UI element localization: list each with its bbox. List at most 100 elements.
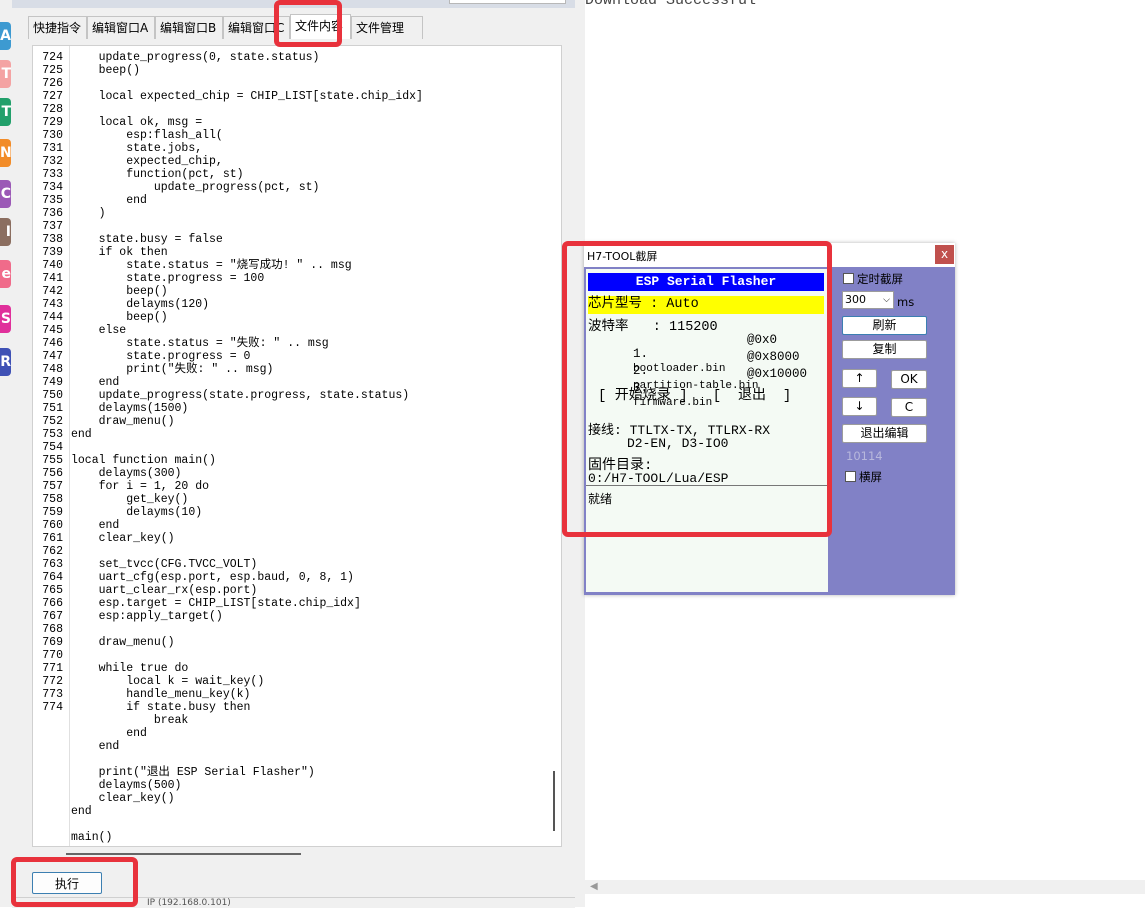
line-number: 750 xyxy=(42,389,63,402)
code-line: clear_key() xyxy=(71,792,175,805)
vertical-scrollbar[interactable] xyxy=(553,771,555,831)
code-line: else xyxy=(71,324,127,337)
timed-capture-label: 定时截屏 xyxy=(857,272,903,286)
tab-2[interactable]: 编辑窗口B xyxy=(155,16,223,39)
line-number: 762 xyxy=(42,545,63,558)
line-number-gutter: 724 725 726 727 728 729 730 731 732 733 734 735 736 7… xyxy=(33,46,70,846)
tab-5[interactable]: 文件管理 xyxy=(351,16,423,39)
code-line: delayms(1500) xyxy=(71,402,189,415)
line-number: 744 xyxy=(42,311,63,324)
code-line: while true do xyxy=(71,662,189,675)
line-number: 774 xyxy=(42,701,63,714)
line-number: 739 xyxy=(42,246,63,259)
line-number: 737 xyxy=(42,220,63,233)
code-line: ) xyxy=(71,207,106,220)
code-line: esp:flash_all( xyxy=(71,129,223,142)
line-number: 757 xyxy=(42,480,63,493)
horizontal-scrollbar[interactable] xyxy=(66,853,301,855)
code-line: beep() xyxy=(71,285,168,298)
c-button[interactable]: C xyxy=(891,398,927,417)
strip-badge-1[interactable]: T xyxy=(0,60,11,88)
line-number: 772 xyxy=(42,675,63,688)
copy-button[interactable]: 复制 xyxy=(842,340,927,359)
code-line: local k = wait_key() xyxy=(71,675,265,688)
code-line: draw_menu() xyxy=(71,415,175,428)
code-line: expected_chip, xyxy=(71,155,223,168)
code-line: print("退出 ESP Serial Flasher") xyxy=(71,766,315,779)
dialog-title-bar[interactable]: H7-TOOL截屏 x xyxy=(584,243,955,267)
code-line: function(pct, st) xyxy=(71,168,244,181)
file-2-addr: @0x8000 xyxy=(747,350,800,364)
code-line: delayms(10) xyxy=(71,506,203,519)
code-line: delayms(120) xyxy=(71,298,210,311)
strip-badge-2[interactable]: T xyxy=(0,98,11,126)
line-number: 742 xyxy=(42,285,63,298)
strip-badge-0[interactable]: A xyxy=(0,22,11,50)
line-number: 736 xyxy=(42,207,63,220)
refresh-button[interactable]: 刷新 xyxy=(842,316,927,335)
screen-header: ESP Serial Flasher xyxy=(588,273,824,291)
line-number: 758 xyxy=(42,493,63,506)
tab-3[interactable]: 编辑窗口C xyxy=(223,16,290,39)
code-line: draw_menu() xyxy=(71,636,175,649)
line-number: 740 xyxy=(42,259,63,272)
line-number: 761 xyxy=(42,532,63,545)
code-line: beep() xyxy=(71,311,168,324)
line-number: 747 xyxy=(42,350,63,363)
line-number: 752 xyxy=(42,415,63,428)
timed-capture-checkbox[interactable] xyxy=(843,273,854,284)
execute-button[interactable]: 执行 xyxy=(32,872,102,894)
counter-readout: 10114 xyxy=(846,449,883,463)
line-number: 748 xyxy=(42,363,63,376)
strip-badge-7[interactable]: S xyxy=(0,305,11,333)
landscape-checkbox[interactable] xyxy=(845,471,856,482)
interval-select[interactable]: 300 ⌵ xyxy=(842,291,894,309)
tab-0[interactable]: 快捷指令 xyxy=(28,16,87,39)
exit-edit-button[interactable]: 退出编辑 xyxy=(842,424,927,443)
line-number: 745 xyxy=(42,324,63,337)
scroll-left-arrow-icon[interactable]: ◀ xyxy=(590,881,598,892)
strip-badge-5[interactable]: I xyxy=(0,218,11,246)
screenshot-dialog: H7-TOOL截屏 x ESP Serial Flasher 芯片型号 : Au… xyxy=(584,243,955,595)
ok-button[interactable]: OK xyxy=(891,370,927,389)
line-number: 755 xyxy=(42,454,63,467)
code-line: update_progress(pct, st) xyxy=(71,181,320,194)
strip-badge-6[interactable]: e xyxy=(0,260,11,288)
strip-badge-3[interactable]: N xyxy=(0,139,11,167)
line-number: 729 xyxy=(42,116,63,129)
code-line: delayms(300) xyxy=(71,467,182,480)
file-1-addr: @0x0 xyxy=(747,333,778,347)
code-line: get_key() xyxy=(71,493,189,506)
up-button[interactable]: ↑ xyxy=(842,369,877,388)
interval-unit: ms xyxy=(897,295,915,309)
line-number: 738 xyxy=(42,233,63,246)
title-input[interactable] xyxy=(449,0,566,4)
code-line: state.jobs, xyxy=(71,142,203,155)
code-line: clear_key() xyxy=(71,532,175,545)
interval-value: 300 xyxy=(845,293,866,306)
code-line: break xyxy=(71,714,189,727)
strip-badge-8[interactable]: R xyxy=(0,348,11,376)
line-number: 733 xyxy=(42,168,63,181)
line-number: 735 xyxy=(42,194,63,207)
tab-4[interactable]: 文件内容 xyxy=(290,14,351,39)
code-line: state.progress = 0 xyxy=(71,350,251,363)
line-number: 724 xyxy=(42,51,63,64)
close-button[interactable]: x xyxy=(935,245,954,264)
code-line: if state.busy then xyxy=(71,701,251,714)
down-button[interactable]: ↓ xyxy=(842,397,877,416)
strip-badge-4[interactable]: C xyxy=(0,180,11,208)
screen-wiring-2: D2-EN, D3-IO0 xyxy=(588,436,729,451)
code-line: if ok then xyxy=(71,246,168,259)
tab-1[interactable]: 编辑窗口A xyxy=(87,16,155,39)
code-line: print("失败: " .. msg) xyxy=(71,363,274,376)
file-3-addr: @0x10000 xyxy=(747,367,808,381)
line-number: 768 xyxy=(42,623,63,636)
output-horizontal-scrollbar[interactable]: ◀ xyxy=(585,880,1145,894)
status-bar: IP (192.168.0.101) xyxy=(12,897,575,908)
left-toolbar-strip: ATTNCIeSR xyxy=(0,0,12,907)
code-editor[interactable]: 724 725 726 727 728 729 730 731 732 733 734 735 736 7… xyxy=(32,45,562,847)
line-number: 771 xyxy=(42,662,63,675)
line-number: 766 xyxy=(42,597,63,610)
line-number: 743 xyxy=(42,298,63,311)
